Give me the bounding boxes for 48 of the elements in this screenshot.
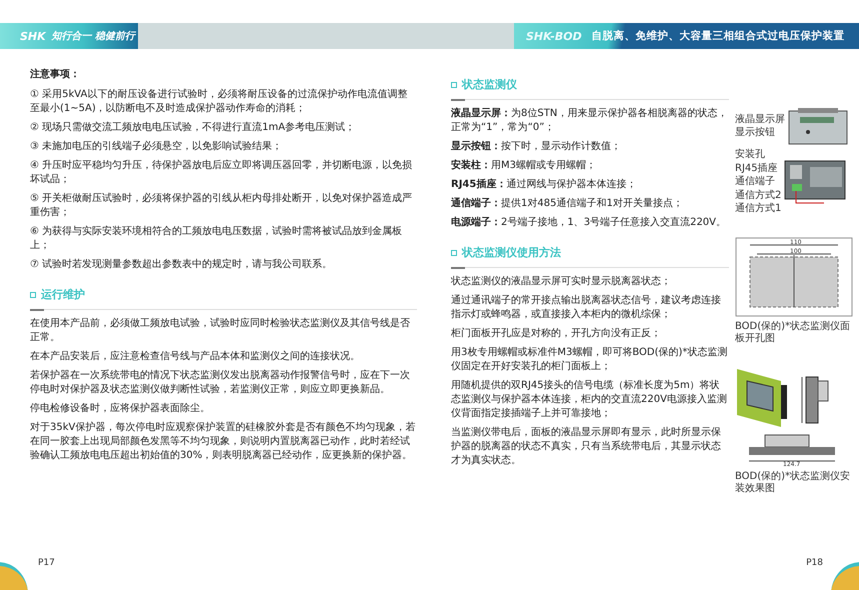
notes-title: 注意事项： <box>30 67 81 81</box>
note-text: ⑦ 试验时若发现测量参数超出参数表中的规定时，请与我公司联系。 <box>30 258 334 272</box>
paragraph: 若保护器在一次系统带电的情况下状态监测仪发出脱离器动作报警信号时，应在下一次停电时对保护器及状态监测仪做判断性试验，若监测仪正常，则应立即更换新品。 <box>30 369 411 397</box>
monitor-front-drawing <box>788 107 848 145</box>
paragraph: 用随机提供的双RJ45接头的信号电缆（标准长度为5m）将状态监测仪与保护器本体连接，柜内的交直流220V电源接入监测仪背面指定接插端子上并可靠接地； <box>451 379 728 421</box>
paragraph: 在本产品安装后，应注意检查信号线与产品本体和监测仪之间的连接状况。 <box>30 350 361 364</box>
diagram-label: 显示按钮 <box>735 127 776 138</box>
spec-text: 通信端子：提供1对485通信端子和1对开关量接点； <box>451 197 684 211</box>
monitor-back-drawing <box>784 158 846 205</box>
diagram-label: 通信方式1 <box>735 203 782 214</box>
spec-text: 安装柱：用M3螺帽或专用螺帽； <box>451 159 597 173</box>
section-title: 状态监测仪使用方法 <box>462 245 561 260</box>
paragraph: 当监测仪带电后，面板的液晶显示屏即有显示，此时所显示保护器的脱离器的状态不真实，只有当系统带电后，其显示状态才为真实状态。 <box>451 426 722 468</box>
figure-caption: BOD(保的)*状态监测仪面板开孔图 <box>735 320 852 344</box>
note-text: ④ 升压时应平稳均匀升压，待保护器放电后应立即将调压器回零，并切断电源，以免损坏试品； <box>30 159 414 187</box>
page-number: P18 <box>806 558 823 568</box>
square-bullet-icon <box>30 292 36 298</box>
slogan: 知行合一 稳健前行 <box>52 30 136 43</box>
paragraph: 通过通讯端子的常开接点输出脱离器状态信号，建议考虑连接指示灯或蜂鸣器，或直接接入本柜内的微机综保； <box>451 294 722 322</box>
square-bullet-icon <box>451 250 457 256</box>
note-text: ⑥ 为获得与实际安装环境相符合的工频放电电压数据，试验时需将被试品放到金属板上； <box>30 225 404 253</box>
diagram-label: 安装孔 <box>735 149 766 160</box>
diagram-label: 液晶显示屏 <box>735 114 785 125</box>
spec-text: 显示按钮：按下时，显示动作计数值； <box>451 140 622 154</box>
paragraph: 柜门面板开孔应是对称的，开孔方向没有正反； <box>451 327 662 341</box>
diagram-label: 通信端子 <box>735 176 776 188</box>
paragraph: 在使用本产品前，必须做工频放电试验，试验时应同时检验状态监测仪及其信号线是否正常。 <box>30 317 411 345</box>
diagram-label: RJ45插座 <box>735 162 779 174</box>
figure-caption: BOD(保的)*状态监测仪安装效果图 <box>735 470 852 494</box>
diagram-label: 通信方式2 <box>735 190 782 201</box>
header-title: 自脱离、免维护、大容量三相组合式过电压保护装置 <box>592 29 845 43</box>
model-name: SHK-BOD <box>526 30 582 42</box>
note-text: ② 现场只需做交流工频放电电压试验，不得进行直流1mA参考电压测试； <box>30 121 356 135</box>
paragraph: 状态监测仪的液晶显示屏可实时显示脱离器状态； <box>451 275 672 289</box>
note-text: ③ 未施加电压的引线端子必须悬空，以免影响试验结果； <box>30 140 284 154</box>
paragraph: 对于35kV保护器，每次停电时应观察保护装置的硅橡胶外套是否有颜色不均匀现象，若在同一胶套上出现局部颜色发黑等不均匀现象，则说明内置脱离器已动作，此时若经试验确认工频放电电压超出初始值的30%，则表明脱离器已经动作，应更换新的保护器。 <box>30 421 416 463</box>
page-number: P17 <box>38 558 55 568</box>
brand-logo-text: SHK <box>20 30 46 42</box>
spec-text: 液晶显示屏：为8位STN，用来显示保护器各相脱离器的状态，正常为“1”，常为“0”； <box>451 107 728 135</box>
paragraph: 停电检修设备时，应将保护器表面除尘。 <box>30 402 211 416</box>
spec-text: RJ45插座：通过网线与保护器本体连接； <box>451 178 638 192</box>
paragraph: 用3枚专用螺帽或标准件M3螺帽，即可将BOD(保的)*状态监测仪固定在开好安装孔的柜门面板上； <box>451 346 728 374</box>
spec-text: 电源端子：2号端子接地，1、3号端子任意接入交直流220V。 <box>451 216 728 230</box>
square-bullet-icon <box>451 82 457 88</box>
note-text: ① 采用5kVA以下的耐压设备进行试验时，必须将耐压设备的过流保护动作电流值调整至最小(1~5A)，以防断电不及时造成保护器动作寿命的消耗； <box>30 88 408 116</box>
section-title: 运行维护 <box>41 287 85 302</box>
note-text: ⑤ 开关柜做耐压试验时，必须将保护器的引线从柜内母排处断开，以免对保护器造成严重伤害； <box>30 192 414 220</box>
section-title: 状态监测仪 <box>462 77 517 92</box>
